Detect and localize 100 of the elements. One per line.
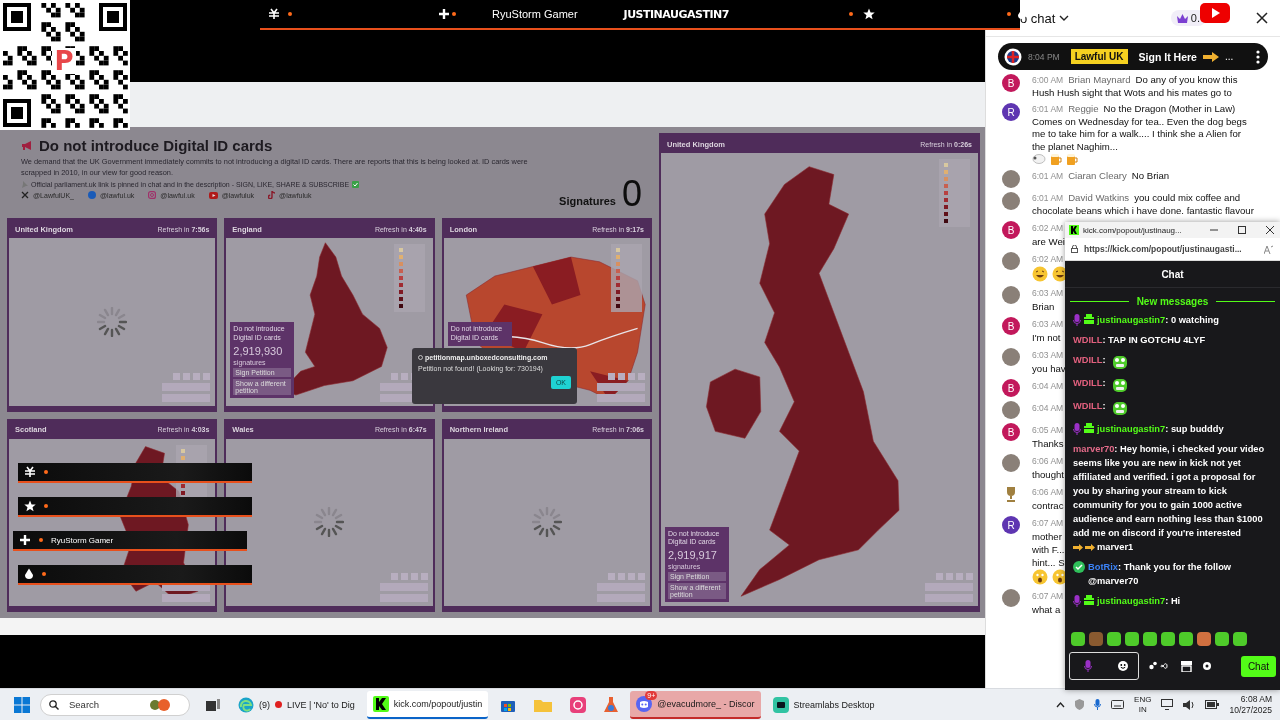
gift-badge-icon <box>1084 314 1094 324</box>
shocked-face-icon <box>1032 569 1048 585</box>
union-flag-avatar-icon <box>1004 47 1022 66</box>
message-time: 6:05 AM <box>1032 424 1064 437</box>
network-icon[interactable] <box>1161 699 1174 710</box>
instagram-icon <box>148 191 157 200</box>
x-logo-icon <box>21 191 29 200</box>
ticker-label: JUSTINAUGASTIN7 <box>623 7 729 21</box>
dot-icon <box>39 538 43 542</box>
task-view-icon[interactable] <box>206 698 220 711</box>
message-text: contrac <box>1032 499 1065 512</box>
microphone-badge-icon <box>1073 314 1081 326</box>
keyboard-icon[interactable] <box>1111 700 1125 709</box>
url-text: https://kick.com/popout/justinaugasti... <box>1084 244 1243 254</box>
signature-total: 2,919,930 <box>233 344 284 357</box>
chat-input[interactable] <box>1069 652 1139 680</box>
emote-icon[interactable] <box>1161 632 1175 646</box>
read-aloud-icon[interactable] <box>1264 244 1274 254</box>
qr-code[interactable] <box>0 0 130 130</box>
flask-icon[interactable] <box>604 696 619 713</box>
maximize-icon[interactable] <box>1238 226 1246 234</box>
frog-emote-icon <box>1111 377 1128 393</box>
user-avatar <box>1002 589 1020 607</box>
emote-icon[interactable] <box>1143 632 1157 646</box>
loading-spinner-icon <box>97 306 128 337</box>
crown-icon <box>1176 13 1188 23</box>
microphone-icon[interactable] <box>1094 699 1102 710</box>
dot-icon <box>44 470 48 474</box>
dots-infinity-icon[interactable] <box>1149 661 1171 671</box>
discord-icon[interactable] <box>636 695 653 712</box>
smiley-icon[interactable] <box>1118 661 1128 671</box>
chevron-up-icon[interactable] <box>1056 701 1066 708</box>
star-icon <box>862 8 875 20</box>
emote-icon[interactable] <box>1071 632 1085 646</box>
user-avatar: B <box>1002 423 1020 441</box>
more-options-icon[interactable] <box>1256 49 1260 64</box>
app-label: @evacudmore_ - Discor <box>657 698 755 709</box>
user-avatar <box>1002 170 1020 188</box>
map-option-button[interactable] <box>597 393 645 402</box>
settings-icon[interactable] <box>1202 661 1212 671</box>
microphone-icon[interactable] <box>1084 660 1092 672</box>
beer-mug-icon <box>1066 153 1078 166</box>
signatures-count: 0 <box>621 176 642 212</box>
emote-icon[interactable] <box>1107 632 1121 646</box>
user-avatar <box>1002 401 1020 419</box>
search-field[interactable]: Search <box>67 698 141 711</box>
microphone-badge-icon <box>1073 595 1081 607</box>
search-box[interactable]: Search <box>40 693 190 716</box>
loading-spinner-icon <box>531 507 562 538</box>
user-avatar <box>1002 192 1020 210</box>
window-title: kick.com/popout/justinaug... <box>1083 225 1182 235</box>
chat-message: justinaugastin7: sup budddy <box>1097 423 1224 436</box>
emote-icon[interactable] <box>1089 632 1103 646</box>
message-text: Thanks <box>1032 437 1065 450</box>
lock-icon <box>1071 245 1078 253</box>
volume-icon[interactable] <box>1183 699 1196 710</box>
windows-start-icon[interactable] <box>14 696 30 713</box>
pinned-message[interactable]: 8:04 PM Lawful UK Sign It Here ... <box>998 43 1268 70</box>
megaphone-icon <box>21 140 33 151</box>
streamlabs-icon[interactable] <box>772 696 789 713</box>
store-icon[interactable] <box>1181 660 1192 672</box>
photos-icon[interactable] <box>570 696 587 713</box>
user-avatar <box>1002 348 1020 366</box>
emote-icon[interactable] <box>1215 632 1229 646</box>
taskbar-app-button[interactable]: (9) LIVE | 'No' to Dig <box>232 690 361 719</box>
map-option-button[interactable] <box>597 382 645 391</box>
droplet-icon <box>24 568 34 580</box>
edge-browser-icon[interactable] <box>238 696 254 713</box>
taskbar-app-button[interactable]: Streamlabs Desktop <box>766 690 881 719</box>
send-chat-button[interactable]: Chat <box>1240 655 1276 677</box>
minimize-icon[interactable] <box>1210 226 1218 234</box>
author-badge: Lawful UK <box>1070 49 1128 64</box>
tiktok-icon <box>268 191 276 200</box>
pointing-hand-icon <box>1202 50 1219 63</box>
gift-badge-icon <box>1084 423 1094 433</box>
kick-logo-icon[interactable] <box>372 695 389 712</box>
taskbar-app-button[interactable]: kick.com/popout/justin <box>366 690 489 719</box>
chat-heading: Chat <box>1065 261 1280 288</box>
close-icon[interactable] <box>1256 12 1268 24</box>
chevron-down-icon[interactable] <box>1059 15 1070 21</box>
dot-icon <box>1006 12 1011 16</box>
battery-icon[interactable] <box>1205 700 1220 709</box>
message-time: 6:06 AM <box>1032 455 1064 468</box>
message-text: I'm not <box>1032 331 1062 344</box>
shield-icon[interactable] <box>1075 699 1085 710</box>
laughing-face-icon <box>1032 266 1048 282</box>
emote-icon[interactable] <box>1179 632 1193 646</box>
close-icon[interactable] <box>1266 226 1274 234</box>
signatures-label: Signatures <box>559 195 616 209</box>
user-avatar <box>1002 252 1020 270</box>
emote-icon[interactable] <box>1233 632 1247 646</box>
message-text: thought <box>1032 468 1065 481</box>
emote-icon[interactable] <box>1125 632 1139 646</box>
address-bar[interactable]: https://kick.com/popout/justinaugasti... <box>1065 238 1280 261</box>
chat-message: WDILL: <box>1073 377 1106 390</box>
user-avatar: R <box>1002 103 1020 121</box>
message-time: 6:04 AM <box>1032 402 1064 415</box>
emote-icon[interactable] <box>1197 632 1211 646</box>
message-time: 6:04 AM <box>1032 380 1064 393</box>
language-code: ENG <box>1134 694 1152 705</box>
